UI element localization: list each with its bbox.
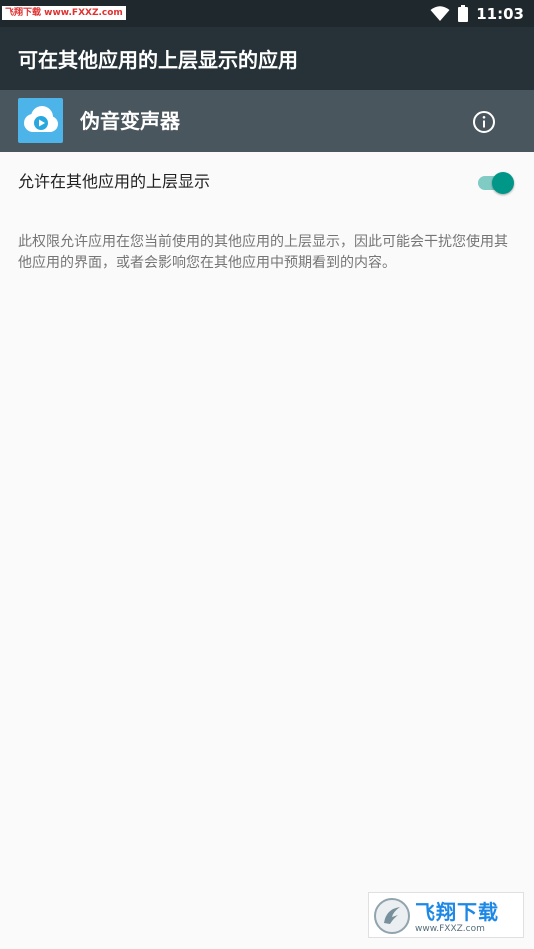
app-header: 伪音变声器 [0,90,534,152]
cloud-play-icon [24,106,58,132]
permission-toggle[interactable] [478,172,514,194]
toggle-thumb [492,172,514,194]
permission-label: 允许在其他应用的上层显示 [18,172,211,191]
page-title: 可在其他应用的上层显示的应用 [18,48,298,72]
permission-description: 此权限允许应用在您当前使用的其他应用的上层显示，因此可能会干扰您使用其他应用的界… [18,234,508,271]
toolbar: 可在其他应用的上层显示的应用 [0,27,534,90]
wifi-icon [430,5,450,21]
app-name: 伪音变声器 [80,109,180,133]
watermark-logo-icon [374,898,410,934]
watermark-label: 飞翔下载 www.FXXZ.com [2,6,126,20]
app-info-button[interactable] [468,106,500,138]
watermark-badge: 飞翔下载 www.FXXZ.com [368,892,524,938]
status-bar: 飞翔下载 www.FXXZ.com 11:03 [0,0,534,27]
watermark-name: 飞翔下载 [415,900,499,924]
watermark-url: www.FXXZ.com [415,924,485,934]
status-icons: 11:03 [430,0,524,27]
permission-row[interactable]: 允许在其他应用的上层显示 [0,152,534,214]
app-icon [18,98,63,143]
info-icon [473,111,495,133]
status-time: 11:03 [476,4,524,23]
battery-icon [458,5,469,22]
